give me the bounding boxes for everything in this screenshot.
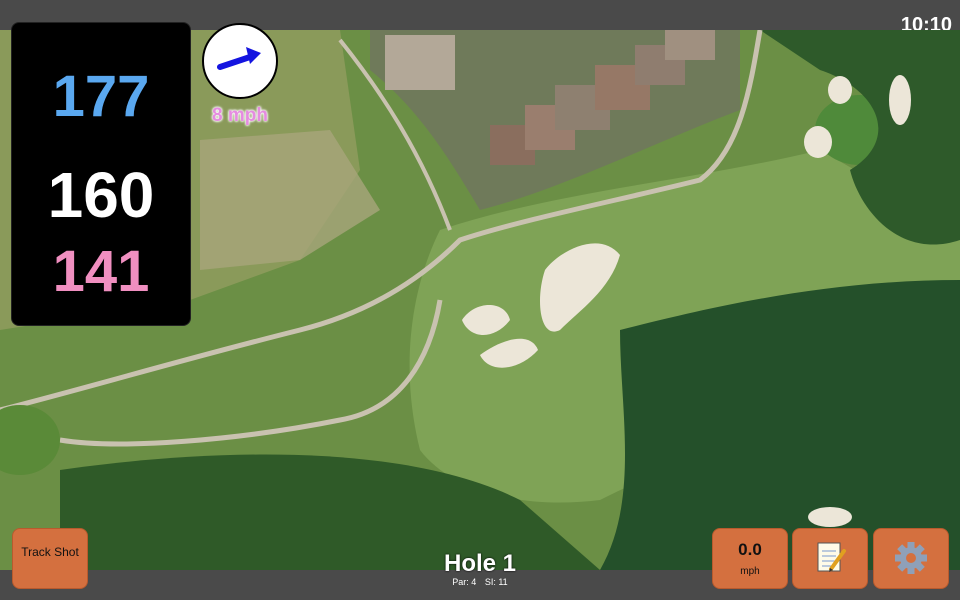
hole-par: Par: 4 xyxy=(452,577,477,587)
hole-info: Par: 4 SI: 11 xyxy=(380,577,580,587)
front-distance: 141 xyxy=(52,239,150,304)
hole-stroke-index: SI: 11 xyxy=(484,577,508,587)
arrow-right-icon xyxy=(217,47,261,70)
hole-title: Hole 1 xyxy=(443,550,517,577)
notepad-icon xyxy=(817,542,846,572)
distance-panel: 177 160 141 xyxy=(11,22,191,326)
notes-button[interactable] xyxy=(792,528,868,589)
speed-button[interactable]: 0.0 mph xyxy=(712,528,788,589)
settings-button[interactable] xyxy=(873,528,949,589)
wind-speed: 8 mph xyxy=(212,105,268,126)
middle-distance: 160 xyxy=(47,159,155,231)
speed-unit: mph xyxy=(740,566,760,577)
wind-direction-dial xyxy=(202,23,278,99)
gear-icon xyxy=(895,542,927,574)
track-shot-button[interactable]: Track Shot xyxy=(12,528,88,589)
back-distance: 177 xyxy=(52,64,150,129)
speed-value: 0.0 xyxy=(738,540,762,559)
track-shot-label: Track Shot xyxy=(21,545,79,559)
